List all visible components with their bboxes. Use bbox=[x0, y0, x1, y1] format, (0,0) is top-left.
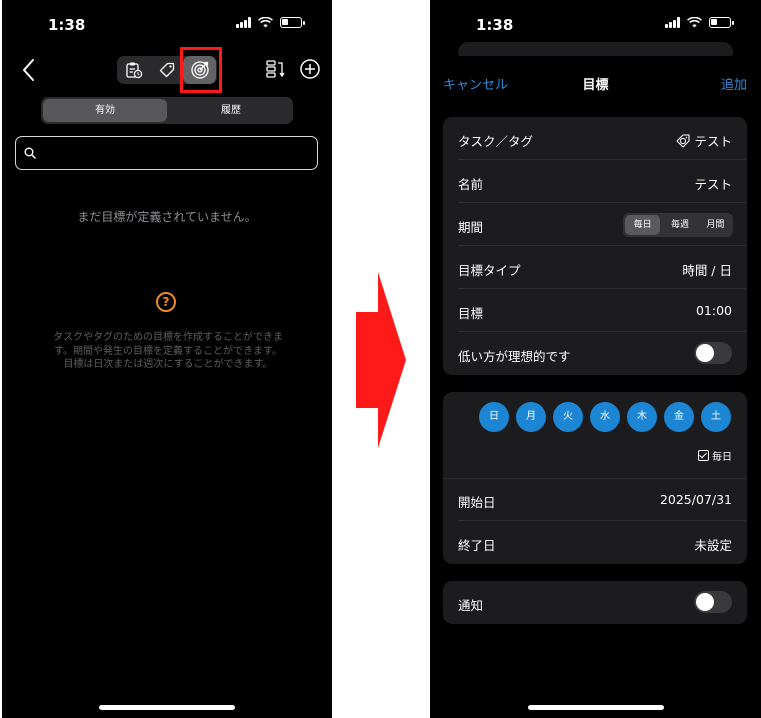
everyday-label: 毎日 bbox=[712, 452, 732, 463]
tab-history[interactable]: 履歴 bbox=[169, 97, 293, 124]
goals-list-screen: 1:38 有効 履歴 まだ目標が定義されていません。 ? タスクやタグのための目… bbox=[2, 0, 332, 718]
name-value: テスト bbox=[694, 177, 732, 192]
home-indicator bbox=[99, 705, 235, 710]
notification-row: 通知 bbox=[443, 581, 747, 624]
period-selector: 毎日 毎週 月間 bbox=[623, 213, 733, 237]
task-tag-label: タスク／タグ bbox=[458, 134, 534, 149]
goal-type-value: 時間 / 日 bbox=[682, 263, 732, 278]
notification-card: 通知 bbox=[443, 581, 747, 624]
search-field bbox=[15, 136, 318, 170]
status-bar: 1:38 bbox=[2, 0, 332, 44]
new-goal-screen: 1:38 目標 キャンセル 追加 タスク／タグ テスト 名前 テスト 期間 毎日… bbox=[430, 0, 761, 718]
list-sort-icon[interactable] bbox=[264, 58, 286, 80]
day-fri[interactable]: 金 bbox=[664, 402, 694, 432]
period-option-weekly[interactable]: 毎週 bbox=[662, 213, 697, 237]
checkmark-icon bbox=[698, 450, 709, 461]
task-tag-row[interactable]: タスク／タグ テスト bbox=[443, 117, 747, 160]
tag-icon bbox=[159, 62, 174, 78]
wifi-icon bbox=[687, 17, 702, 28]
name-label: 名前 bbox=[458, 177, 484, 192]
notification-label: 通知 bbox=[458, 598, 484, 613]
goal-type-row[interactable]: 目標タイプ 時間 / 日 bbox=[443, 246, 747, 289]
lower-is-ideal-row: 低い方が理想的です bbox=[443, 332, 747, 375]
tag-icon bbox=[676, 134, 691, 148]
end-date-label: 終了日 bbox=[458, 538, 496, 553]
period-row: 期間 毎日 毎週 月間 bbox=[443, 203, 747, 246]
lower-is-ideal-label: 低い方が理想的です bbox=[458, 349, 571, 364]
goal-label: 目標 bbox=[458, 306, 484, 321]
cancel-button[interactable]: キャンセル bbox=[443, 74, 508, 93]
schedule-card: 日 月 火 水 木 金 土 毎日 開始日 2025/07/31 終了日 未設定 bbox=[443, 392, 747, 564]
tags-view-button[interactable] bbox=[150, 56, 183, 84]
empty-state-message: まだ目標が定義されていません。 bbox=[77, 210, 257, 224]
day-thu[interactable]: 木 bbox=[627, 402, 657, 432]
cellular-signal-icon bbox=[236, 17, 251, 28]
battery-icon bbox=[280, 17, 305, 28]
status-tabs: 有効 履歴 bbox=[41, 97, 293, 124]
weekday-selector: 日 月 火 水 木 金 土 bbox=[479, 402, 731, 432]
start-date-value: 2025/07/31 bbox=[659, 492, 732, 507]
cellular-signal-icon bbox=[665, 17, 680, 28]
day-wed[interactable]: 水 bbox=[590, 402, 620, 432]
day-mon[interactable]: 月 bbox=[516, 402, 546, 432]
everyday-checkbox[interactable]: 毎日 bbox=[698, 448, 732, 463]
day-sat[interactable]: 土 bbox=[701, 402, 731, 432]
name-row[interactable]: 名前 テスト bbox=[443, 160, 747, 203]
notification-toggle[interactable] bbox=[694, 591, 732, 613]
tab-active[interactable]: 有効 bbox=[43, 99, 167, 122]
home-indicator bbox=[527, 705, 664, 710]
status-time: 1:38 bbox=[48, 16, 86, 34]
search-icon bbox=[24, 147, 36, 159]
start-date-label: 開始日 bbox=[458, 495, 496, 510]
add-button[interactable]: 追加 bbox=[721, 74, 747, 93]
day-sun[interactable]: 日 bbox=[479, 402, 509, 432]
day-tue[interactable]: 火 bbox=[553, 402, 583, 432]
goal-type-label: 目標タイプ bbox=[458, 263, 521, 278]
period-option-monthly[interactable]: 月間 bbox=[698, 213, 733, 237]
back-chevron-icon[interactable] bbox=[16, 56, 44, 84]
battery-icon bbox=[709, 17, 734, 28]
goals-description: タスクやタグのための目標を作成することができます。期間や発生の目標を定義すること… bbox=[53, 332, 283, 370]
status-time: 1:38 bbox=[476, 16, 514, 34]
clipboard-clock-icon bbox=[125, 62, 142, 79]
search-input[interactable] bbox=[42, 143, 306, 165]
highlight-box bbox=[180, 47, 222, 93]
goal-value: 01:00 bbox=[695, 303, 732, 318]
period-option-daily[interactable]: 毎日 bbox=[625, 215, 661, 235]
sheet-header: 目標 キャンセル 追加 bbox=[430, 74, 761, 94]
question-circle-icon: ? bbox=[156, 292, 176, 312]
wifi-icon bbox=[258, 17, 273, 28]
end-date-value: 未設定 bbox=[694, 538, 732, 553]
end-date-row[interactable]: 終了日 未設定 bbox=[443, 521, 747, 564]
tasks-view-button[interactable] bbox=[117, 56, 150, 84]
plus-circle-icon[interactable] bbox=[299, 58, 321, 80]
start-date-row[interactable]: 開始日 2025/07/31 bbox=[443, 478, 747, 521]
status-bar: 1:38 bbox=[430, 0, 761, 44]
period-label: 期間 bbox=[458, 220, 484, 235]
goal-row[interactable]: 目標 01:00 bbox=[443, 289, 747, 332]
right-arrow-icon bbox=[356, 272, 406, 448]
task-tag-value: テスト bbox=[694, 134, 732, 149]
lower-is-ideal-toggle[interactable] bbox=[694, 342, 732, 364]
goal-settings-card: タスク／タグ テスト 名前 テスト 期間 毎日 毎週 月間 目標タイプ 時間 /… bbox=[443, 117, 747, 375]
